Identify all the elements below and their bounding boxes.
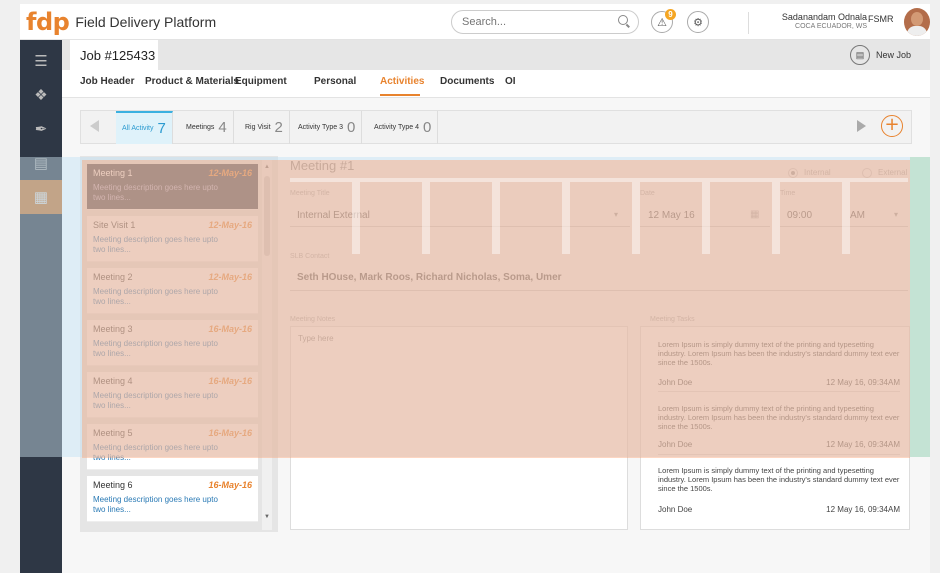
new-job-icon[interactable]: ▤	[850, 45, 870, 65]
activity-tab-label: Rig Visit	[245, 124, 271, 131]
app-logo[interactable]: fdp	[20, 8, 70, 36]
activity-tab-count: 0	[423, 119, 432, 136]
sidebar-layers-icon[interactable]: ❖	[20, 78, 62, 112]
activity-tab-count: 2	[274, 119, 283, 136]
top-bar: fdp Field Delivery Platform ⚠ 9 ⚙ Sadana…	[20, 4, 930, 40]
activity-tab-label: All Activity	[122, 125, 154, 132]
app-title: Field Delivery Platform	[75, 13, 217, 30]
task-meta: John Doe 12 May 16, 09:34AM	[658, 505, 900, 514]
activity-tab-type3[interactable]: Activity Type 3 0	[292, 111, 363, 144]
activity-tab-meetings[interactable]: Meetings 4	[180, 111, 234, 144]
overlay-gap	[492, 182, 500, 254]
activity-tab-label: Activity Type 4	[374, 124, 420, 131]
meeting-date: 16-May-16	[208, 480, 252, 490]
tab-oi[interactable]: OI	[505, 76, 516, 87]
settings-icon[interactable]: ⚙	[687, 11, 709, 33]
tab-documents[interactable]: Documents	[440, 76, 494, 87]
avatar[interactable]	[904, 8, 930, 36]
scroll-left-icon[interactable]	[90, 120, 99, 132]
task-text: Lorem Ipsum is simply dummy text of the …	[658, 466, 900, 493]
tab-product-materials[interactable]: Product & Materials	[145, 76, 239, 87]
tab-job-header[interactable]: Job Header	[80, 76, 134, 87]
overlay-gap	[290, 178, 908, 182]
tab-personal[interactable]: Personal	[314, 76, 356, 87]
highlight-overlay	[20, 157, 62, 457]
overlay-gap	[702, 182, 710, 254]
user-name: Sadanandam Odnala	[781, 12, 867, 22]
activity-tab-count: 4	[218, 119, 227, 136]
tab-active-indicator	[380, 94, 420, 96]
job-title: Job #125433	[80, 48, 156, 63]
sidebar-list-icon[interactable]: ☰	[20, 44, 62, 78]
task-author: John Doe	[658, 505, 693, 514]
overlay-gap	[772, 182, 780, 254]
meeting-description: Meeting description goes here upto two l…	[93, 495, 218, 514]
activity-tab-count: 7	[157, 120, 166, 137]
activity-tab-label: Activity Type 3	[298, 124, 344, 131]
activity-tab-label: Meetings	[186, 124, 215, 131]
activity-tab-type4[interactable]: Activity Type 4 0	[368, 111, 439, 144]
highlight-overlay	[910, 157, 930, 457]
overlay-gap	[632, 182, 640, 254]
tab-equipment[interactable]: Equipment	[235, 76, 287, 87]
activity-tab-rig-visit[interactable]: Rig Visit 2	[239, 111, 290, 144]
activity-tab-count: 0	[347, 119, 356, 136]
overlay-gap	[562, 182, 570, 254]
new-job-button[interactable]: New Job	[876, 50, 911, 60]
list-item[interactable]: Meeting 6 16-May-16 Meeting description …	[87, 476, 258, 522]
activity-tab-all[interactable]: All Activity 7	[116, 111, 173, 144]
overlay-gap	[842, 182, 850, 254]
notification-badge: 9	[665, 9, 676, 20]
sidebar-tools-icon[interactable]: ✒	[20, 112, 62, 146]
scroll-down-icon[interactable]: ▼	[264, 514, 270, 520]
search-icon[interactable]	[618, 15, 628, 25]
user-org: COCA ECUADOR, WS	[795, 23, 867, 30]
scroll-right-icon[interactable]	[857, 120, 866, 132]
overlay-gap	[422, 182, 430, 254]
overlay-gap	[352, 182, 360, 254]
tab-activities[interactable]: Activities	[380, 76, 424, 87]
add-activity-icon[interactable]: +	[881, 115, 903, 137]
job-bar	[62, 40, 930, 70]
task-time: 12 May 16, 09:34AM	[826, 505, 900, 514]
search-input[interactable]	[451, 10, 639, 34]
divider	[748, 12, 749, 34]
user-role[interactable]: FSMR	[868, 14, 894, 24]
